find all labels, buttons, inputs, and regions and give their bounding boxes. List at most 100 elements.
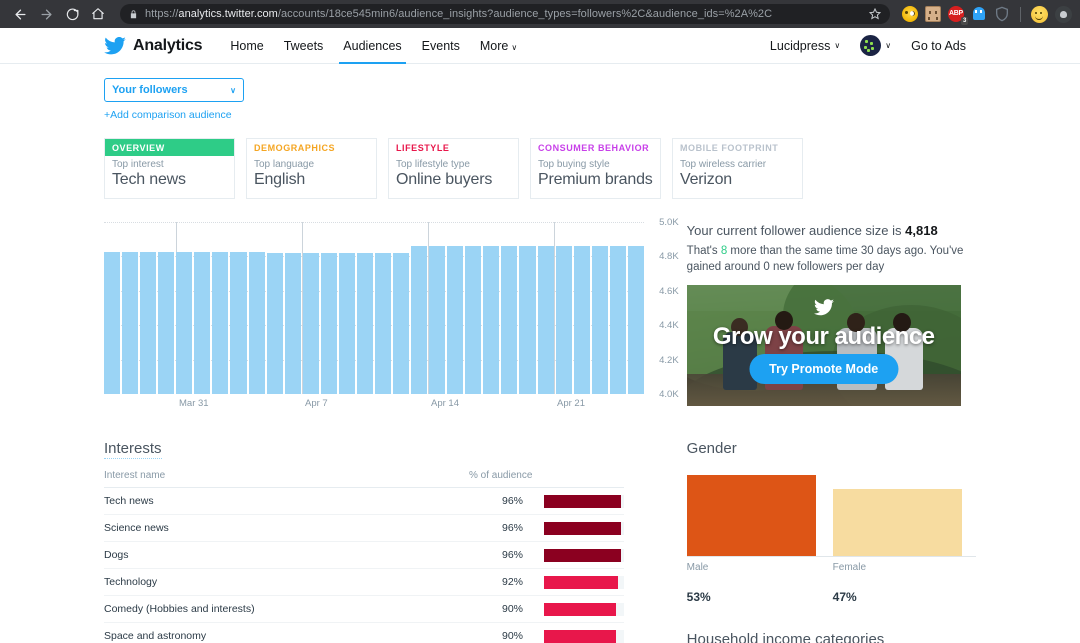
toolbar-divider: [1020, 7, 1021, 22]
interest-bar-fill: [544, 630, 616, 643]
summary-card-consumer-behavior[interactable]: CONSUMER BEHAVIOR Top buying style Premi…: [530, 138, 661, 199]
promote-mode-banner[interactable]: Grow your audience Try Promote Mode: [687, 285, 961, 406]
card-tag: MOBILE FOOTPRINT: [673, 139, 802, 156]
chart-bar[interactable]: [411, 246, 427, 394]
interest-percent: 92%: [478, 576, 523, 588]
chart-bar[interactable]: [249, 252, 265, 394]
chart-bar[interactable]: [393, 253, 409, 394]
banner-title: Grow your audience: [687, 323, 961, 351]
chart-bar[interactable]: [447, 246, 463, 394]
chart-bar[interactable]: [285, 253, 301, 394]
app-header: Analytics Home Tweets Audiences Events M…: [0, 28, 1080, 64]
income-title: Household income categories: [687, 631, 885, 643]
account-switcher[interactable]: ∨: [850, 35, 901, 56]
reload-icon[interactable]: [60, 2, 84, 26]
chart-x-tick-label: Apr 21: [557, 398, 585, 409]
shield-extension-icon[interactable]: [994, 6, 1010, 22]
summary-card-demographics[interactable]: DEMOGRAPHICS Top language English: [246, 138, 377, 199]
interest-percent: 96%: [478, 549, 523, 561]
chart-bar[interactable]: [140, 252, 156, 394]
audience-select[interactable]: Your followers ∨: [104, 78, 244, 102]
adblock-extension-icon[interactable]: ABP3: [948, 6, 964, 22]
chart-bar[interactable]: [501, 246, 517, 394]
forward-arrow-icon[interactable]: [34, 2, 58, 26]
account-menu[interactable]: Lucidpress∨: [760, 39, 850, 53]
chart-x-tick-label: Apr 14: [431, 398, 459, 409]
chart-bar[interactable]: [574, 246, 590, 394]
gender-labels: Male Female: [687, 562, 976, 573]
chart-bar[interactable]: [267, 253, 283, 394]
interest-bar-fill: [544, 495, 621, 508]
table-row[interactable]: Science news96%: [104, 515, 624, 542]
chart-bar[interactable]: [357, 253, 373, 394]
table-row[interactable]: Tech news96%: [104, 488, 624, 515]
home-icon[interactable]: [86, 2, 110, 26]
chart-bar[interactable]: [194, 252, 210, 394]
chart-bar[interactable]: [483, 246, 499, 394]
box-extension-icon[interactable]: [925, 6, 941, 22]
chart-bar[interactable]: [303, 253, 319, 394]
chart-bar[interactable]: [556, 246, 572, 394]
bottom-row: Interests Interest name % of audience Te…: [104, 440, 976, 643]
chart-bar[interactable]: [339, 253, 355, 394]
nav-item-more[interactable]: More∨: [470, 28, 527, 64]
table-row[interactable]: Dogs96%: [104, 542, 624, 569]
gender-values: 53% 47%: [687, 590, 976, 604]
income-section: Household income categories Income categ…: [687, 631, 976, 643]
interest-percent: 96%: [478, 495, 523, 507]
chart-bar[interactable]: [176, 252, 192, 394]
chevron-down-icon: ∨: [834, 41, 840, 50]
chart-bar[interactable]: [375, 253, 391, 394]
brand-logo[interactable]: Analytics: [104, 37, 202, 55]
audience-size-subtext: That's 8 more than the same time 30 days…: [687, 243, 976, 276]
chart-bar[interactable]: [465, 246, 481, 394]
chart-bar[interactable]: [104, 252, 120, 394]
brand-name: Analytics: [133, 37, 202, 55]
audience-size-value: 4,818: [905, 223, 938, 238]
chart-bar[interactable]: [429, 246, 445, 394]
nav-item-events[interactable]: Events: [412, 28, 470, 64]
back-arrow-icon[interactable]: [8, 2, 32, 26]
chart-bar[interactable]: [122, 252, 138, 394]
chart-bar[interactable]: [212, 252, 228, 394]
address-bar[interactable]: https://analytics.twitter.com/accounts/1…: [120, 4, 890, 24]
header-right: Lucidpress∨ ∨ Go to Ads: [760, 35, 1080, 56]
table-row[interactable]: Technology92%: [104, 569, 624, 596]
nav-item-home[interactable]: Home: [220, 28, 273, 64]
chart-bar[interactable]: [538, 246, 554, 394]
chart-bar[interactable]: [230, 252, 246, 394]
card-value: Verizon: [673, 170, 802, 189]
chart-bar[interactable]: [628, 246, 644, 394]
interest-bar-fill: [544, 603, 616, 616]
add-comparison-audience-link[interactable]: +Add comparison audience: [104, 109, 976, 121]
chart-bar[interactable]: [592, 246, 608, 394]
chrome-menu-icon[interactable]: [1055, 6, 1072, 23]
twitter-bird-icon: [104, 37, 126, 55]
chart-bar[interactable]: [321, 253, 337, 394]
nav-item-tweets[interactable]: Tweets: [274, 28, 334, 64]
interest-bar-track: [544, 522, 624, 535]
table-row[interactable]: Space and astronomy90%: [104, 623, 624, 643]
chart-bar[interactable]: [610, 246, 626, 394]
summary-card-lifestyle[interactable]: LIFESTYLE Top lifestyle type Online buye…: [388, 138, 519, 199]
summary-card-mobile-footprint[interactable]: MOBILE FOOTPRINT Top wireless carrier Ve…: [672, 138, 803, 199]
interest-bar-fill: [544, 549, 621, 562]
chart-bar[interactable]: [158, 252, 174, 394]
go-to-ads-link[interactable]: Go to Ads: [901, 39, 976, 53]
card-value: Premium brands: [531, 170, 660, 189]
try-promote-mode-button[interactable]: Try Promote Mode: [749, 354, 898, 384]
emoji-extension-icon[interactable]: [902, 6, 918, 22]
interest-percent: 90%: [478, 630, 523, 642]
profile-avatar[interactable]: [1031, 6, 1048, 23]
star-icon[interactable]: [863, 8, 881, 20]
chart-x-tick-label: Apr 7: [305, 398, 328, 409]
nav-item-audiences[interactable]: Audiences: [333, 28, 411, 64]
chart-y-tick-label: 4.6K: [645, 286, 679, 297]
interest-bar-track: [544, 603, 624, 616]
summary-card-overview[interactable]: OVERVIEW Top interest Tech news: [104, 138, 235, 199]
table-row[interactable]: Comedy (Hobbies and interests)90%: [104, 596, 624, 623]
ghostery-extension-icon[interactable]: [971, 6, 987, 22]
adblock-badge-count: 3: [961, 17, 968, 25]
chart-bar[interactable]: [519, 246, 535, 394]
chart-y-tick-label: 4.8K: [645, 251, 679, 262]
